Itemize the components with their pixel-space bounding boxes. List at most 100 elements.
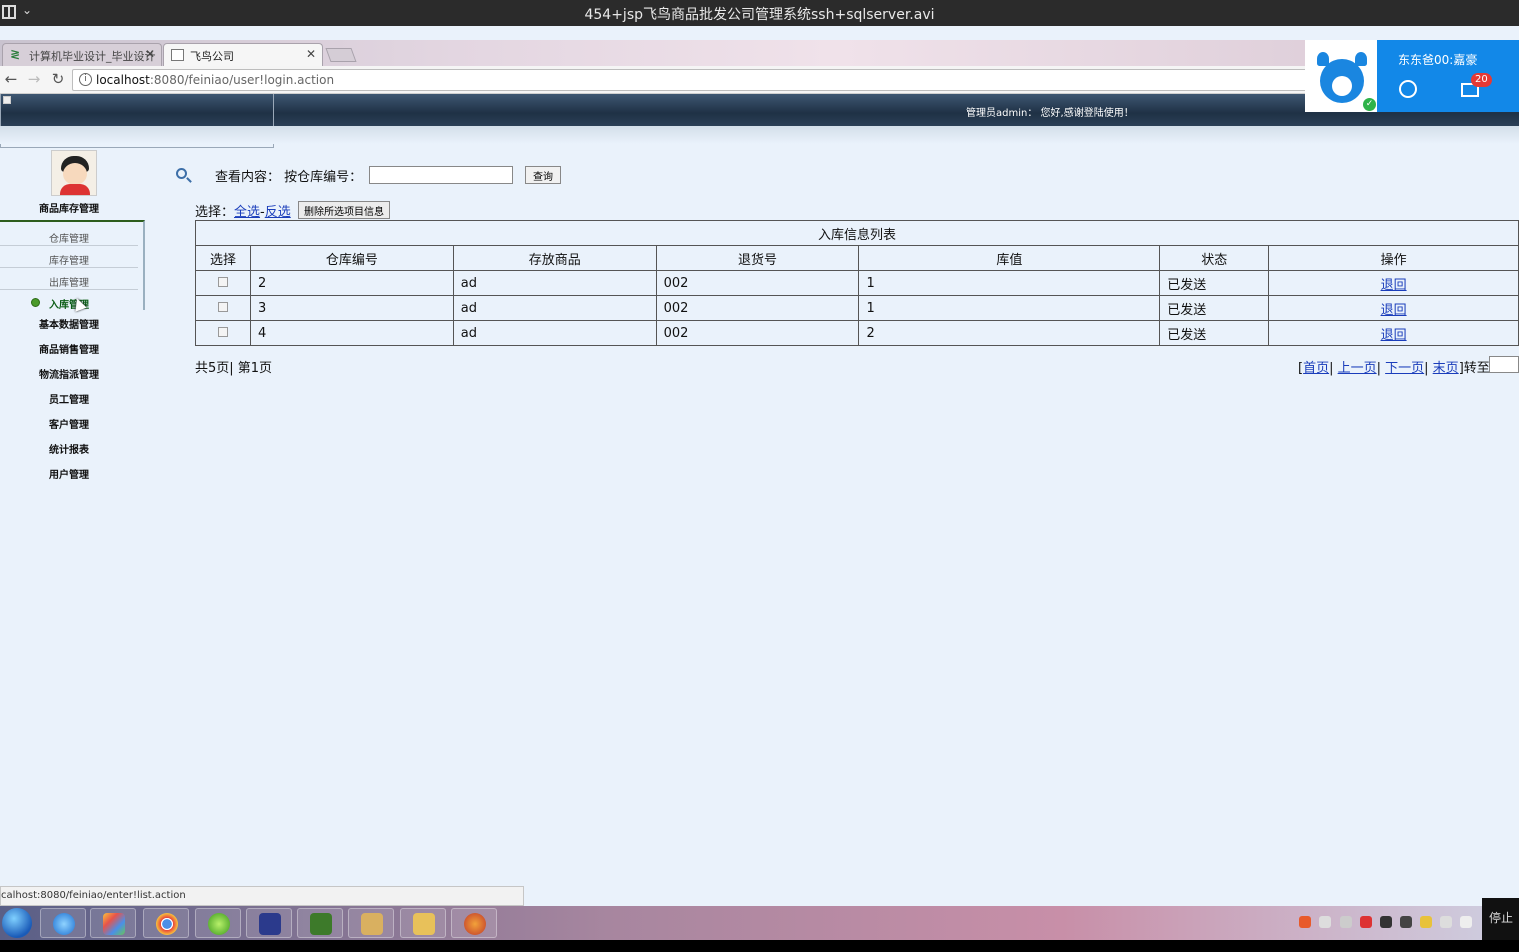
address-bar[interactable]: i localhost:8080/feiniao/user!login.acti… bbox=[72, 69, 1312, 91]
return-link[interactable]: 退回 bbox=[1381, 278, 1407, 293]
last-page-link[interactable]: 末页 bbox=[1433, 361, 1459, 376]
pagination: [首页| 上一页| 下一页| 末页]转至 bbox=[1298, 361, 1490, 376]
column-header: 状态 bbox=[1159, 245, 1270, 271]
video-title: 454+jsp飞鸟商品批发公司管理系统ssh+sqlserver.avi bbox=[584, 7, 935, 23]
cell-product: ad bbox=[452, 320, 657, 346]
info-icon[interactable]: i bbox=[79, 73, 92, 86]
widget-panel: 东东爸00:嘉豪 20 bbox=[1377, 40, 1519, 112]
tray-input-method-icon[interactable] bbox=[1299, 916, 1311, 928]
sidebar-group-basic-data[interactable]: 基本数据管理 bbox=[0, 316, 138, 331]
cell-action: 退回 bbox=[1268, 295, 1519, 321]
sidebar-group-users[interactable]: 用户管理 bbox=[0, 466, 138, 481]
cell-action: 退回 bbox=[1268, 270, 1519, 296]
return-link[interactable]: 退回 bbox=[1381, 328, 1407, 343]
sidebar-item-outbound[interactable]: 出库管理 bbox=[0, 270, 138, 290]
column-header: 退货号 bbox=[655, 245, 860, 271]
selection-controls: 选择：全选-反选 bbox=[195, 201, 291, 220]
table-row: 3 ad 002 1 已发送 退回 bbox=[195, 295, 1519, 321]
taskbar-app-s-icon[interactable] bbox=[246, 908, 292, 938]
inbound-list-table: 入库信息列表 选择 仓库编号 存放商品 退货号 库值 状态 操作 2 ad 00… bbox=[195, 220, 1519, 346]
cow-mascot-icon bbox=[1315, 50, 1369, 104]
clock-icon[interactable] bbox=[1399, 80, 1417, 98]
browser-tab-strip: ≷ 计算机毕业设计_毕业设计 ✕ 飞鸟公司 ✕ bbox=[0, 40, 1519, 66]
sidebar-item-inbound[interactable]: 入库管理 bbox=[0, 292, 138, 312]
sidebar-item-warehouse[interactable]: 仓库管理 bbox=[0, 226, 138, 246]
tray-icon[interactable] bbox=[1400, 916, 1412, 928]
sidebar-group-customers[interactable]: 客户管理 bbox=[0, 416, 138, 431]
tray-icon[interactable] bbox=[1319, 916, 1331, 928]
search-label: 查看内容： 按仓库编号： bbox=[215, 170, 363, 185]
delete-selected-button[interactable]: 删除所选项目信息 bbox=[298, 201, 390, 219]
browser-toolbar: ← → ↻ i localhost:8080/feiniao/user!logi… bbox=[0, 66, 1519, 94]
first-page-link[interactable]: 首页 bbox=[1303, 361, 1329, 376]
player-title-bar: ⌄ 454+jsp飞鸟商品批发公司管理系统ssh+sqlserver.avi bbox=[0, 0, 1519, 26]
sidebar-submenu: 仓库管理 库存管理 出库管理 入库管理 bbox=[0, 220, 145, 312]
warehouse-no-search-input[interactable] bbox=[369, 166, 513, 184]
taskbar-recorder-icon[interactable] bbox=[451, 908, 497, 938]
tray-icon[interactable] bbox=[1360, 916, 1372, 928]
mail-count-badge: 20 bbox=[1471, 73, 1492, 87]
cell-stock: 1 bbox=[858, 270, 1161, 296]
tab-feiniao[interactable]: 飞鸟公司 ✕ bbox=[163, 43, 323, 66]
tab-graduation-design[interactable]: ≷ 计算机毕业设计_毕业设计 ✕ bbox=[2, 43, 162, 66]
table-caption: 入库信息列表 bbox=[195, 220, 1519, 246]
tray-volume-icon[interactable] bbox=[1460, 916, 1472, 928]
table-row: 4 ad 002 2 已发送 退回 bbox=[195, 320, 1519, 346]
table-header-row: 选择 仓库编号 存放商品 退货号 库值 状态 操作 bbox=[195, 245, 1519, 271]
sidebar-group-reports[interactable]: 统计报表 bbox=[0, 441, 138, 456]
query-button[interactable]: 查询 bbox=[525, 166, 561, 184]
goto-page-input[interactable] bbox=[1489, 356, 1519, 373]
return-link[interactable]: 退回 bbox=[1381, 303, 1407, 318]
column-header: 仓库编号 bbox=[249, 245, 454, 271]
cell-stock: 2 bbox=[858, 320, 1161, 346]
sidebar-group-sales[interactable]: 商品销售管理 bbox=[0, 341, 138, 356]
close-tab-icon[interactable]: ✕ bbox=[145, 47, 155, 61]
start-button-icon[interactable] bbox=[2, 908, 32, 938]
next-page-link[interactable]: 下一页 bbox=[1385, 361, 1424, 376]
tray-icon[interactable] bbox=[1420, 916, 1432, 928]
column-header: 库值 bbox=[858, 245, 1161, 271]
back-arrow-icon[interactable]: ← bbox=[2, 70, 20, 88]
sidebar-item-stock[interactable]: 库存管理 bbox=[0, 248, 138, 268]
row-checkbox[interactable] bbox=[195, 295, 251, 321]
taskbar-photos-icon[interactable] bbox=[90, 908, 136, 938]
cell-status: 已发送 bbox=[1159, 270, 1270, 296]
reload-icon[interactable]: ↻ bbox=[49, 70, 67, 88]
cell-return-no: 002 bbox=[655, 295, 860, 321]
taskbar-explorer-icon[interactable] bbox=[400, 908, 446, 938]
tray-qq-icon[interactable] bbox=[1380, 916, 1392, 928]
online-check-icon: ✓ bbox=[1363, 98, 1376, 111]
row-checkbox[interactable] bbox=[195, 320, 251, 346]
search-icon bbox=[176, 168, 187, 179]
tray-icon[interactable] bbox=[1340, 916, 1352, 928]
site-favicon-icon: ≷ bbox=[10, 47, 21, 61]
close-tab-icon[interactable]: ✕ bbox=[306, 47, 316, 61]
forward-arrow-icon[interactable]: → bbox=[25, 70, 43, 88]
taskbar-ie-icon[interactable] bbox=[40, 908, 86, 938]
invert-selection-link[interactable]: 反选 bbox=[265, 205, 291, 220]
page-summary: 共5页| 第1页 bbox=[195, 361, 273, 376]
prev-page-link[interactable]: 上一页 bbox=[1338, 361, 1377, 376]
page-favicon-icon bbox=[171, 49, 184, 61]
taskbar-chart-app-icon[interactable] bbox=[297, 908, 343, 938]
taskbar-snipping-icon[interactable] bbox=[348, 908, 394, 938]
tray-network-icon[interactable] bbox=[1440, 916, 1452, 928]
new-tab-button[interactable] bbox=[325, 48, 357, 62]
row-checkbox[interactable] bbox=[195, 270, 251, 296]
cell-stock: 1 bbox=[858, 295, 1161, 321]
header-gradient-strip bbox=[0, 126, 1519, 144]
cell-return-no: 002 bbox=[655, 320, 860, 346]
sidebar-group-inventory[interactable]: 商品库存管理 bbox=[0, 200, 138, 215]
chat-widget: ✓ 东东爸00:嘉豪 20 bbox=[1305, 40, 1519, 112]
sidebar-group-employees[interactable]: 员工管理 bbox=[0, 391, 138, 406]
stop-overlay-text[interactable]: 停止 bbox=[1482, 898, 1519, 946]
column-header: 操作 bbox=[1268, 245, 1519, 271]
cell-return-no: 002 bbox=[655, 270, 860, 296]
sidebar-group-logistics[interactable]: 物流指派管理 bbox=[0, 366, 138, 381]
select-all-link[interactable]: 全选 bbox=[234, 205, 260, 220]
taskbar-app-green-icon[interactable] bbox=[195, 908, 241, 938]
cell-product: ad bbox=[452, 270, 657, 296]
welcome-message: 管理员admin： 您好,感谢登陆使用！ bbox=[966, 108, 1134, 119]
taskbar-chrome-icon[interactable] bbox=[143, 908, 189, 938]
link-status-bar: calhost:8080/feiniao/enter!list.action bbox=[0, 886, 524, 906]
